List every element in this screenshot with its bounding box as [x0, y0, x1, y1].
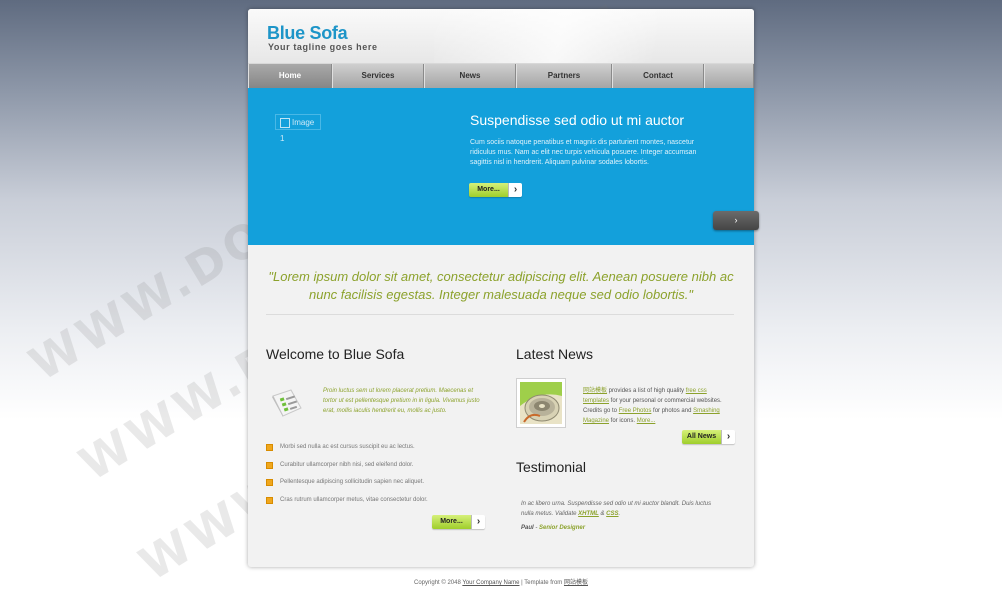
news-text-part: for icons.	[609, 418, 637, 424]
section-divider	[266, 314, 734, 315]
list-item-text: Pellentesque adipiscing sollicitudin sap…	[280, 479, 425, 485]
chevron-right-icon: ›	[508, 183, 522, 197]
news-more-link[interactable]: More...	[637, 418, 656, 424]
chevron-right-icon: ›	[471, 515, 485, 529]
testimonial-author-name: Paul	[521, 525, 534, 531]
page-container: Blue Sofa Your tagline goes here Home Se…	[248, 9, 754, 567]
nav-item-spacer	[704, 64, 754, 89]
testimonial-text: In ac libero urna. Suspendisse sed odio …	[521, 499, 721, 519]
free-photos-link[interactable]: Free Photos	[619, 408, 652, 414]
hero-more-label: More...	[469, 183, 508, 197]
chevron-right-icon: ›	[734, 215, 738, 225]
testimonial-end: .	[618, 511, 621, 517]
welcome-bullet-list: Morbi sed nulla ac est cursus suscipit e…	[264, 442, 494, 512]
news-thumbnail	[516, 378, 566, 428]
nav-item-contact[interactable]: Contact	[612, 64, 704, 89]
list-item: Cras rutrum ullamcorper metus, vitae con…	[264, 495, 494, 513]
document-list-icon	[269, 388, 305, 418]
bullet-icon	[266, 479, 273, 486]
slider-next-button[interactable]: ›	[713, 211, 759, 230]
all-news-button[interactable]: All News ›	[682, 430, 735, 444]
testimonial-author-role: Senior Designer	[539, 525, 586, 531]
news-title: Latest News	[516, 346, 594, 362]
hero-title: Suspendisse sed odio ut mi auctor	[470, 112, 685, 128]
news-text-part: provides a list of high quality	[607, 388, 686, 394]
footer-company-link[interactable]: Your Company Name	[462, 580, 519, 586]
list-item: Pellentesque adipiscing sollicitudin sap…	[264, 477, 494, 495]
list-item-text: Cras rutrum ullamcorper metus, vitae con…	[280, 496, 428, 503]
welcome-more-label: More...	[432, 515, 471, 529]
xhtml-link[interactable]: XHTML	[578, 511, 599, 517]
header-gloss	[434, 9, 754, 63]
list-item: Morbi sed nulla ac est cursus suscipit e…	[264, 442, 494, 460]
footer-template-link[interactable]: 网站模板	[564, 580, 588, 586]
news-site-link[interactable]: 网站模板	[583, 388, 607, 394]
bullet-icon	[266, 496, 273, 504]
site-logo[interactable]: Blue Sofa	[267, 23, 348, 44]
nav-item-news[interactable]: News	[424, 64, 516, 89]
welcome-more-button[interactable]: More... ›	[432, 515, 485, 529]
testimonial-author: Paul - Senior Designer	[521, 525, 585, 531]
welcome-intro: Proin luctus sem ut lorem placerat preti…	[323, 388, 480, 414]
all-news-label: All News	[682, 430, 721, 444]
nav-item-partners[interactable]: Partners	[516, 64, 612, 89]
site-tagline: Your tagline goes here	[268, 42, 378, 52]
bullet-icon	[266, 444, 273, 451]
chevron-right-icon: ›	[721, 430, 735, 444]
main-nav: Home Services News Partners Contact	[248, 63, 754, 89]
site-footer: Copyright © 2048 Your Company Name | Tem…	[0, 577, 1002, 586]
nav-item-home[interactable]: Home	[248, 64, 332, 89]
hero-image: Image 1	[275, 114, 321, 143]
cd-disc-icon	[520, 382, 562, 424]
hero-text: Cum sociis natoque penatibus et magnis d…	[470, 139, 697, 166]
list-item: Curabitur ullamcorper nibh nisi, sed ele…	[264, 460, 494, 478]
broken-image-icon	[280, 117, 290, 128]
nav-item-services[interactable]: Services	[332, 64, 424, 89]
welcome-title: Welcome to Blue Sofa	[266, 346, 405, 362]
hero-more-button[interactable]: More... ›	[469, 183, 522, 197]
bullet-icon	[266, 461, 273, 469]
testimonial-title: Testimonial	[516, 459, 587, 475]
css-link[interactable]: CSS	[606, 511, 618, 517]
site-header: Blue Sofa Your tagline goes here	[248, 9, 754, 63]
list-item-text: Morbi sed nulla ac est cursus suscipit e…	[280, 444, 415, 450]
footer-copyright: Copyright © 2048	[414, 580, 463, 586]
news-text: 网站模板 provides a list of high quality fre…	[583, 386, 728, 426]
hero-banner: Image 1 Suspendisse sed odio ut mi aucto…	[248, 88, 754, 245]
list-item-text: Curabitur ullamcorper nibh nisi, sed ele…	[280, 461, 414, 468]
footer-template-from: | Template from	[519, 580, 564, 586]
featured-quote: "Lorem ipsum dolor sit amet, consectetur…	[268, 269, 734, 302]
news-text-part: for photos and	[651, 408, 694, 414]
